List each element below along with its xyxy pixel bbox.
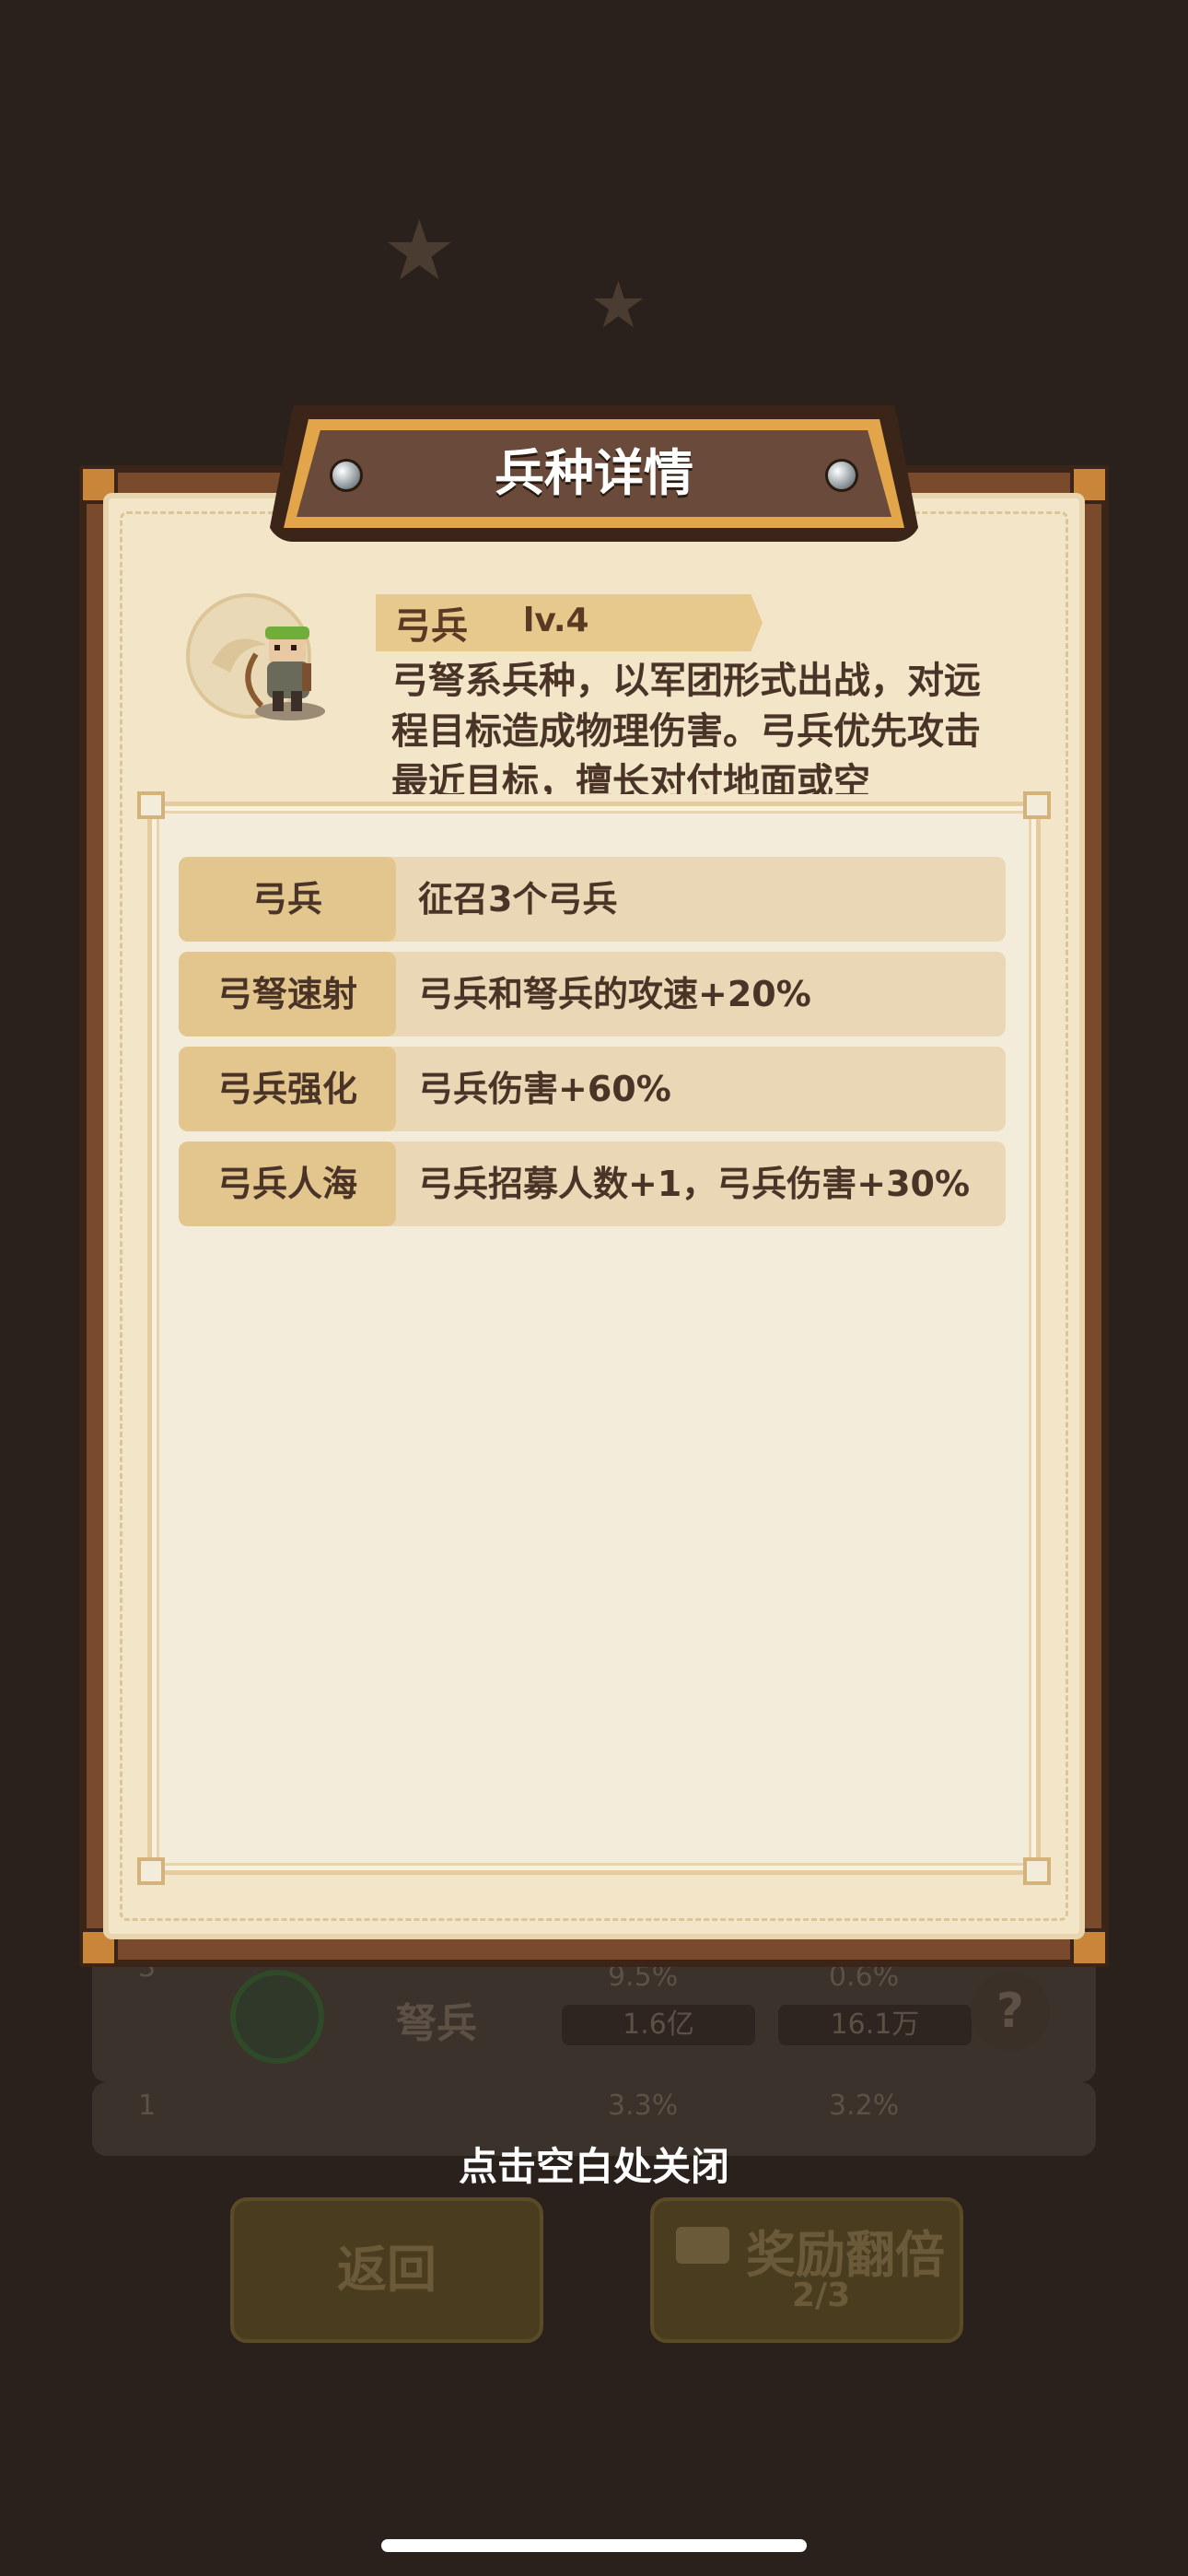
close-hint[interactable]: 点击空白处关闭 (0, 2136, 1188, 2192)
bg-defense-bar: 16.1万 (778, 2005, 972, 2045)
back-button[interactable]: 返回 (230, 2197, 543, 2343)
unit-description: 弓弩系兵种，以军团形式出战，对远程目标造成物理伤害。弓兵优先攻击最近目标，擅长对… (391, 660, 981, 794)
skill-desc: 弓兵招募人数+1，弓兵伤害+30% (418, 1164, 971, 1204)
bg-rank: 1 (138, 2090, 157, 2122)
unit-name: 弓兵 (394, 605, 468, 648)
skill-name: 弓兵强化 (179, 1047, 396, 1131)
video-icon (676, 2227, 729, 2264)
skill-row: 弓兵强化 弓兵伤害+60% (179, 1047, 1006, 1131)
unit-description-scroll[interactable]: 弓弩系兵种，以军团形式出战，对远程目标造成物理伤害。弓兵优先攻击最近目标，擅长对… (391, 656, 990, 794)
help-icon: ? (971, 1972, 1050, 2051)
bg-unit-avatar (230, 1970, 324, 2064)
skill-row: 弓兵人海 弓兵招募人数+1，弓兵伤害+30% (179, 1142, 1006, 1226)
bg-attack-pct: 3.3% (608, 2090, 679, 2122)
unit-level: lv.4 (523, 602, 589, 639)
box-corner (137, 1857, 165, 1885)
bg-attack-bar: 1.6亿 (562, 2005, 755, 2045)
skill-desc: 弓兵和弩兵的攻速+20% (418, 974, 811, 1014)
rivet-icon (825, 459, 858, 492)
box-corner (1023, 1857, 1051, 1885)
skill-row: 弓兵 征召3个弓兵 (179, 857, 1006, 942)
archer-portrait-icon (186, 593, 325, 720)
skill-name: 弓兵 (179, 857, 396, 942)
skill-desc: 弓兵伤害+60% (418, 1069, 671, 1109)
double-reward-count: 2/3 (792, 2277, 851, 2314)
skill-name: 弓兵人海 (179, 1142, 396, 1226)
rivet-icon (330, 459, 363, 492)
panel-title: 兵种详情 (495, 444, 693, 502)
skill-name: 弓弩速射 (179, 952, 396, 1036)
bg-defense-pct: 3.2% (829, 2090, 900, 2122)
skill-desc: 征召3个弓兵 (418, 879, 618, 919)
back-button-label: 返回 (337, 2241, 437, 2299)
double-reward-button[interactable]: 奖励翻倍 2/3 (650, 2197, 963, 2343)
star-decoration: ★ (382, 203, 457, 299)
home-indicator[interactable] (381, 2539, 807, 2552)
box-corner (137, 791, 165, 819)
box-corner (1023, 791, 1051, 819)
bg-unit-name: 弩兵 (396, 2000, 477, 2047)
skill-row: 弓弩速射 弓兵和弩兵的攻速+20% (179, 952, 1006, 1036)
star-decoration: ★ (589, 267, 647, 343)
